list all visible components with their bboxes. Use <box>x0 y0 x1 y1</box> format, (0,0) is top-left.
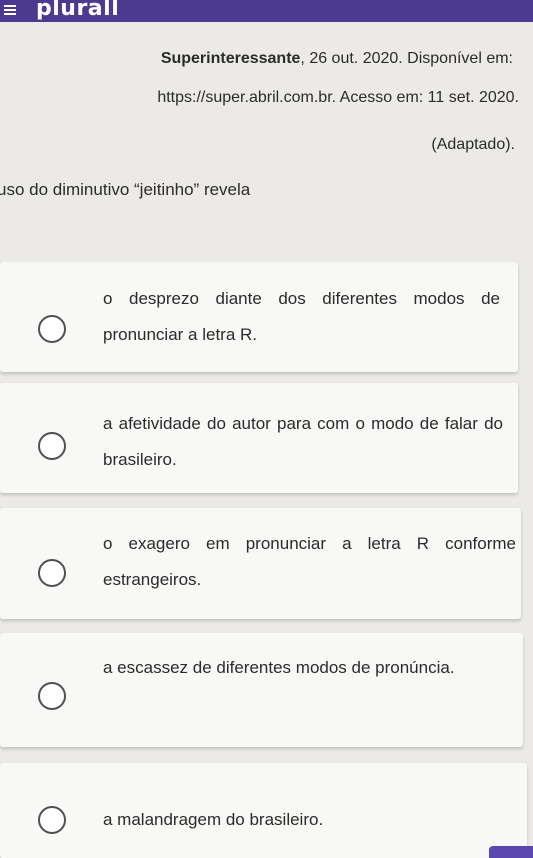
question-stem: uso do diminutivo “jeitinho” revela <box>0 180 251 199</box>
radio-button[interactable] <box>38 315 66 343</box>
hamburger-menu-icon[interactable] <box>4 5 16 15</box>
radio-button[interactable] <box>38 806 66 834</box>
answer-option-d[interactable]: a escassez de diferentes modos de pronún… <box>0 633 523 747</box>
source-date: , 26 out. 2020. Disponível em: <box>300 50 513 67</box>
source-publication: Superinteressante <box>160 50 301 67</box>
answer-option-label: o desprezo diante dos diferentes modos d… <box>103 289 500 344</box>
answer-option-label: a afetividade do autor para com o modo d… <box>103 414 503 469</box>
answer-option-b[interactable]: a afetividade do autor para com o modo d… <box>0 383 518 493</box>
floating-tab[interactable] <box>489 846 533 858</box>
radio-button[interactable] <box>38 559 66 587</box>
answer-option-label: a malandragem do brasileiro. <box>103 810 324 829</box>
answer-option-a[interactable]: o desprezo diante dos diferentes modos d… <box>0 262 518 372</box>
answer-option-c[interactable]: o exagero em pronunciar a letra R confor… <box>0 508 521 619</box>
source-citation-url: https://super.abril.com.br. Acesso em: 1… <box>157 89 519 106</box>
plurall-logo: plurall <box>36 0 120 21</box>
answer-option-label: o exagero em pronunciar a letra R confor… <box>103 534 516 589</box>
answer-option-e[interactable]: a malandragem do brasileiro. <box>0 763 527 858</box>
answer-option-label: a escassez de diferentes modos de pronún… <box>103 658 455 677</box>
source-adapted-note: (Adaptado). <box>431 136 515 153</box>
app-header: plurall <box>0 0 533 22</box>
radio-button[interactable] <box>38 682 66 710</box>
radio-button[interactable] <box>38 432 66 460</box>
source-citation-line-1: Superinteressante, 26 out. 2020. Disponí… <box>161 50 513 68</box>
